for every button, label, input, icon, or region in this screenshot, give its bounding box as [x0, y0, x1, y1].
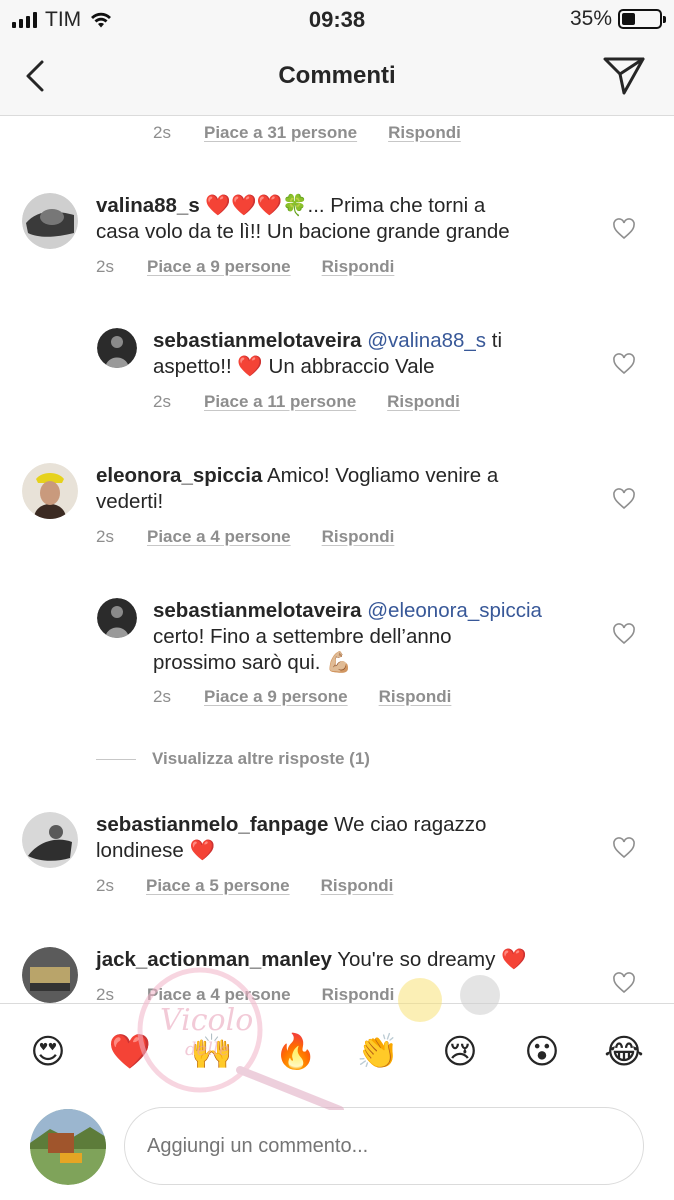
comment-meta: 2s Piace a 31 persone Rispondi	[153, 123, 461, 143]
comment-line: vederti!	[96, 490, 164, 513]
comment-time: 2s	[153, 687, 171, 706]
reply-link[interactable]: Rispondi	[321, 876, 394, 896]
comment-line: ti	[486, 329, 503, 352]
comment-line: certo! Fino a settembre dell’anno	[153, 625, 452, 648]
mention-link[interactable]: @valina88_s	[367, 329, 486, 352]
battery-icon	[618, 9, 666, 29]
likes-link[interactable]: Piace a 11 persone	[204, 392, 356, 412]
likes-link[interactable]: Piace a 4 persone	[147, 527, 291, 547]
reply-link[interactable]: Rispondi	[379, 687, 452, 707]
heart-icon[interactable]	[612, 972, 636, 994]
avatar[interactable]	[22, 947, 78, 1003]
emoji-crying-button[interactable]: 😢	[438, 1030, 482, 1074]
comment-line: Amico! Vogliamo venire a	[262, 464, 499, 487]
reply-link[interactable]: Rispondi	[322, 527, 395, 547]
page-title: Commenti	[278, 62, 396, 89]
avatar[interactable]	[22, 463, 78, 519]
comment-text: sebastianmelo_fanpage We ciao ragazzo lo…	[96, 812, 616, 864]
avatar[interactable]	[97, 598, 137, 638]
likes-link[interactable]: Piace a 31 persone	[204, 123, 357, 143]
view-more-replies[interactable]: Visualizza altre risposte (1)	[96, 749, 370, 769]
comment-username[interactable]: valina88_s	[96, 194, 200, 217]
reply-link[interactable]: Rispondi	[322, 985, 395, 1003]
likes-link[interactable]: Piace a 9 persone	[204, 687, 348, 707]
header: Commenti	[0, 38, 674, 116]
comment-meta: 2s Piace a 4 persone Rispondi	[96, 527, 394, 547]
likes-link[interactable]: Piace a 9 persone	[147, 257, 291, 277]
comment-line: londinese ❤️	[96, 839, 215, 862]
mention-link[interactable]: @eleonora_spiccia	[367, 599, 542, 622]
emoji-surprised-button[interactable]: 😮	[520, 1030, 564, 1074]
avatar	[30, 1109, 106, 1185]
status-bar: TIM 09:38 35%	[0, 0, 674, 38]
battery-percent: 35%	[569, 7, 612, 30]
battery-fill	[622, 13, 635, 25]
comment-input-row	[0, 1099, 674, 1200]
comment-line: casa volo da te lì!! Un bacione grande g…	[96, 220, 510, 243]
heart-icon[interactable]	[612, 353, 636, 375]
heart-icon[interactable]	[612, 623, 636, 645]
comment-username[interactable]: eleonora_spiccia	[96, 464, 262, 487]
comment-text: sebastianmelotaveira @eleonora_spiccia c…	[153, 598, 613, 676]
comment-time: 2s	[153, 123, 171, 142]
emoji-red-heart-button[interactable]: ❤️	[108, 1030, 152, 1074]
heart-icon[interactable]	[612, 218, 636, 240]
comment-time: 2s	[96, 527, 114, 546]
comment-line: aspetto!! ❤️ Un abbraccio Vale	[153, 355, 435, 378]
comment-time: 2s	[96, 985, 114, 1003]
emoji-clap-button[interactable]: 👏	[356, 1030, 400, 1074]
comment-meta: 2s Piace a 11 persone Rispondi	[153, 392, 460, 412]
comment-time: 2s	[153, 392, 171, 411]
likes-link[interactable]: Piace a 4 persone	[147, 985, 291, 1003]
comment-text: valina88_s ❤️❤️❤️🍀... Prima che torni a …	[96, 193, 616, 245]
comment-meta: 2s Piace a 9 persone Rispondi	[153, 687, 451, 707]
comment-input[interactable]	[124, 1107, 644, 1185]
comment-username[interactable]: sebastianmelotaveira	[153, 599, 362, 622]
paper-plane-icon[interactable]	[602, 54, 646, 96]
comment-username[interactable]: sebastianmelotaveira	[153, 329, 362, 352]
emoji-joy-button[interactable]: 😂	[602, 1030, 646, 1074]
comment-text: eleonora_spiccia Amico! Vogliamo venire …	[96, 463, 616, 515]
comment-time: 2s	[96, 876, 114, 895]
likes-link[interactable]: Piace a 5 persone	[146, 876, 290, 896]
comment-text: jack_actionman_manley You're so dreamy ❤…	[96, 947, 616, 973]
comment-username[interactable]: jack_actionman_manley	[96, 948, 332, 971]
comment-username[interactable]: sebastianmelo_fanpage	[96, 813, 328, 836]
divider	[96, 758, 136, 760]
avatar[interactable]	[97, 328, 137, 368]
reply-link[interactable]: Rispondi	[322, 257, 395, 277]
emoji-fire-button[interactable]: 🔥	[274, 1030, 318, 1074]
reply-link[interactable]: Rispondi	[387, 392, 460, 412]
view-more-replies-label: Visualizza altre risposte (1)	[152, 749, 370, 768]
status-right: 35%	[569, 7, 666, 31]
emoji-bar: 😍 ❤️ 🙌 🔥 👏 😢 😮 😂	[0, 1003, 674, 1099]
comment-line: You're so dreamy ❤️	[331, 948, 527, 971]
comment-time: 2s	[96, 257, 114, 276]
avatar[interactable]	[22, 812, 78, 868]
comment-meta: 2s Piace a 4 persone Rispondi	[96, 985, 394, 1003]
comment-line: prossimo sarò qui. 💪🏼	[153, 651, 352, 674]
comments-list[interactable]: 2s Piace a 31 persone Rispondi valina88_…	[0, 117, 674, 1003]
comment-text: sebastianmelotaveira @valina88_s ti aspe…	[153, 328, 613, 380]
emoji-heart-eyes-button[interactable]: 😍	[26, 1030, 70, 1074]
comment-meta: 2s Piace a 5 persone Rispondi	[96, 876, 393, 896]
heart-icon[interactable]	[612, 837, 636, 859]
emoji-raised-hands-button[interactable]: 🙌	[190, 1030, 234, 1074]
heart-icon[interactable]	[612, 488, 636, 510]
avatar[interactable]	[22, 193, 78, 249]
comment-line: We ciao ragazzo	[328, 813, 487, 836]
comment-line: ❤️❤️❤️🍀... Prima che torni a	[199, 194, 486, 217]
comment-meta: 2s Piace a 9 persone Rispondi	[96, 257, 394, 277]
reply-link[interactable]: Rispondi	[388, 123, 461, 143]
